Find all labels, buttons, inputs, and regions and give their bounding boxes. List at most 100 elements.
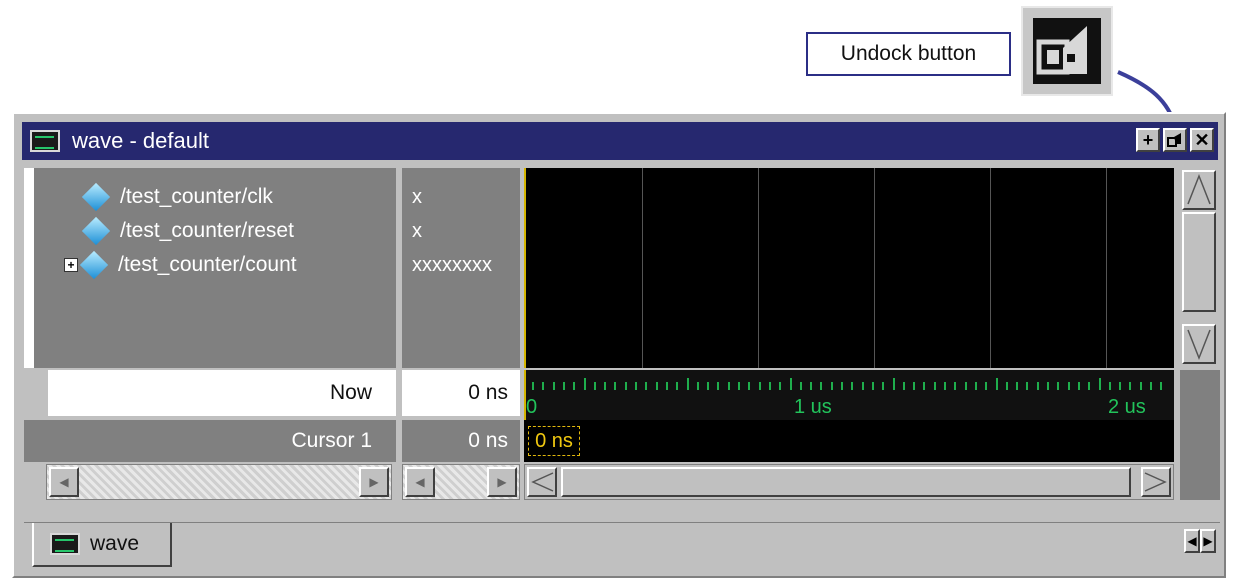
scroll-down-button[interactable] [1182,324,1216,364]
close-icon[interactable]: ✕ [1190,128,1214,152]
time-tick [1077,382,1080,390]
time-tick [686,378,689,390]
time-label: 0 [526,396,538,418]
scroll-thumb[interactable] [561,467,1131,497]
expand-icon[interactable]: + [64,258,78,272]
scroll-left-button[interactable]: ◀ [405,467,435,497]
time-tick [1057,382,1060,390]
time-tick [830,382,833,390]
wave-window: wave - default + ✕ /test_counter/clk /te… [12,112,1226,578]
time-tick [944,382,946,390]
scroll-left-button[interactable]: ◀ [49,467,79,497]
signal-diamond-icon [79,250,109,280]
signal-row[interactable]: + /test_counter/count [64,248,297,282]
tab-strip: wave ◀ ▶ [24,522,1220,573]
time-tick [1160,382,1163,390]
time-tick [583,378,586,390]
signal-value: x [412,186,422,208]
time-tick [1067,382,1070,390]
time-tick [1108,382,1111,390]
time-label: 1 us [794,396,832,418]
tab-next-button[interactable]: ▶ [1200,529,1216,553]
signal-row[interactable]: /test_counter/clk [81,180,273,214]
cursor-lane[interactable]: 0 ns [524,420,1174,462]
time-label: 2 us [1108,396,1146,418]
time-ruler[interactable]: 0 1 us 2 us [524,370,1174,420]
time-tick [871,382,874,390]
time-tick [1036,382,1039,390]
signal-values-pane: x x xxxxxxxx [402,168,520,368]
time-tick [1026,382,1029,390]
plus-icon[interactable]: + [1136,128,1160,152]
values-hscrollbar[interactable]: ◀ ▶ [402,464,520,500]
time-tick [923,382,926,390]
time-tick [820,382,823,390]
time-tick [665,382,668,390]
time-tick [1150,382,1152,390]
grid-line [874,168,875,368]
time-tick [707,382,710,390]
signal-row[interactable]: /test_counter/reset [81,214,294,248]
undock-icon[interactable] [1163,128,1187,152]
time-tick [1047,382,1049,390]
time-tick [655,382,658,390]
time-tick [645,382,648,390]
signal-diamond-icon [81,182,111,212]
time-tick [738,382,740,390]
undock-callout: Undock button [806,32,1011,76]
grid-line [990,168,991,368]
time-tick [727,382,730,390]
tab-wave[interactable]: wave [32,523,172,567]
time-tick [542,382,545,390]
time-tick [1129,382,1132,390]
scroll-thumb[interactable] [1182,212,1216,312]
scroll-right-button[interactable]: ▶ [487,467,517,497]
vertical-scrollbar[interactable] [1180,168,1220,368]
now-label: Now [48,370,396,416]
time-tick [964,382,967,390]
scroll-right-button[interactable]: ▶ [359,467,389,497]
grid-line [642,168,643,368]
wave-tab-icon [50,533,80,555]
scroll-up-button[interactable] [1182,170,1216,210]
time-tick [933,382,936,390]
wave-hscrollbar[interactable] [524,464,1174,500]
time-tick [1016,382,1019,390]
scroll-left-button[interactable] [527,467,557,497]
time-tick [851,382,854,390]
cursor-value: 0 ns [402,420,520,462]
corner-filler [1180,370,1220,500]
time-tick [532,382,534,390]
waveform-pane[interactable] [524,168,1174,368]
time-tick [974,382,977,390]
scroll-right-button[interactable] [1141,467,1171,497]
signal-names-pane: /test_counter/clk /test_counter/reset + … [24,168,396,368]
time-tick [562,382,565,390]
cursor-marker[interactable]: 0 ns [528,426,580,456]
undock-icon-enlarged [1021,6,1113,96]
tab-prev-button[interactable]: ◀ [1184,529,1200,553]
title-bar[interactable]: wave - default + ✕ [22,122,1218,160]
time-tick [1088,382,1091,390]
time-tick [552,382,555,390]
time-tick [799,382,802,390]
signal-value: x [412,220,422,242]
tab-label: wave [90,532,140,555]
time-tick [1139,382,1142,390]
time-tick [1119,382,1122,390]
time-tick [573,382,576,390]
signal-diamond-icon [81,216,111,246]
time-tick [604,382,607,390]
time-tick [768,382,771,390]
callout-label: Undock button [840,42,977,65]
cursor-label[interactable]: Cursor 1 [24,420,396,462]
time-tick [892,378,895,390]
time-tick [954,382,957,390]
time-tick [902,382,905,390]
time-tick [614,382,617,390]
time-tick [593,382,596,390]
names-hscrollbar[interactable]: ◀ ▶ [46,464,392,500]
wave-window-icon [30,130,60,152]
time-tick [758,382,761,390]
signal-name: /test_counter/clk [120,185,273,208]
